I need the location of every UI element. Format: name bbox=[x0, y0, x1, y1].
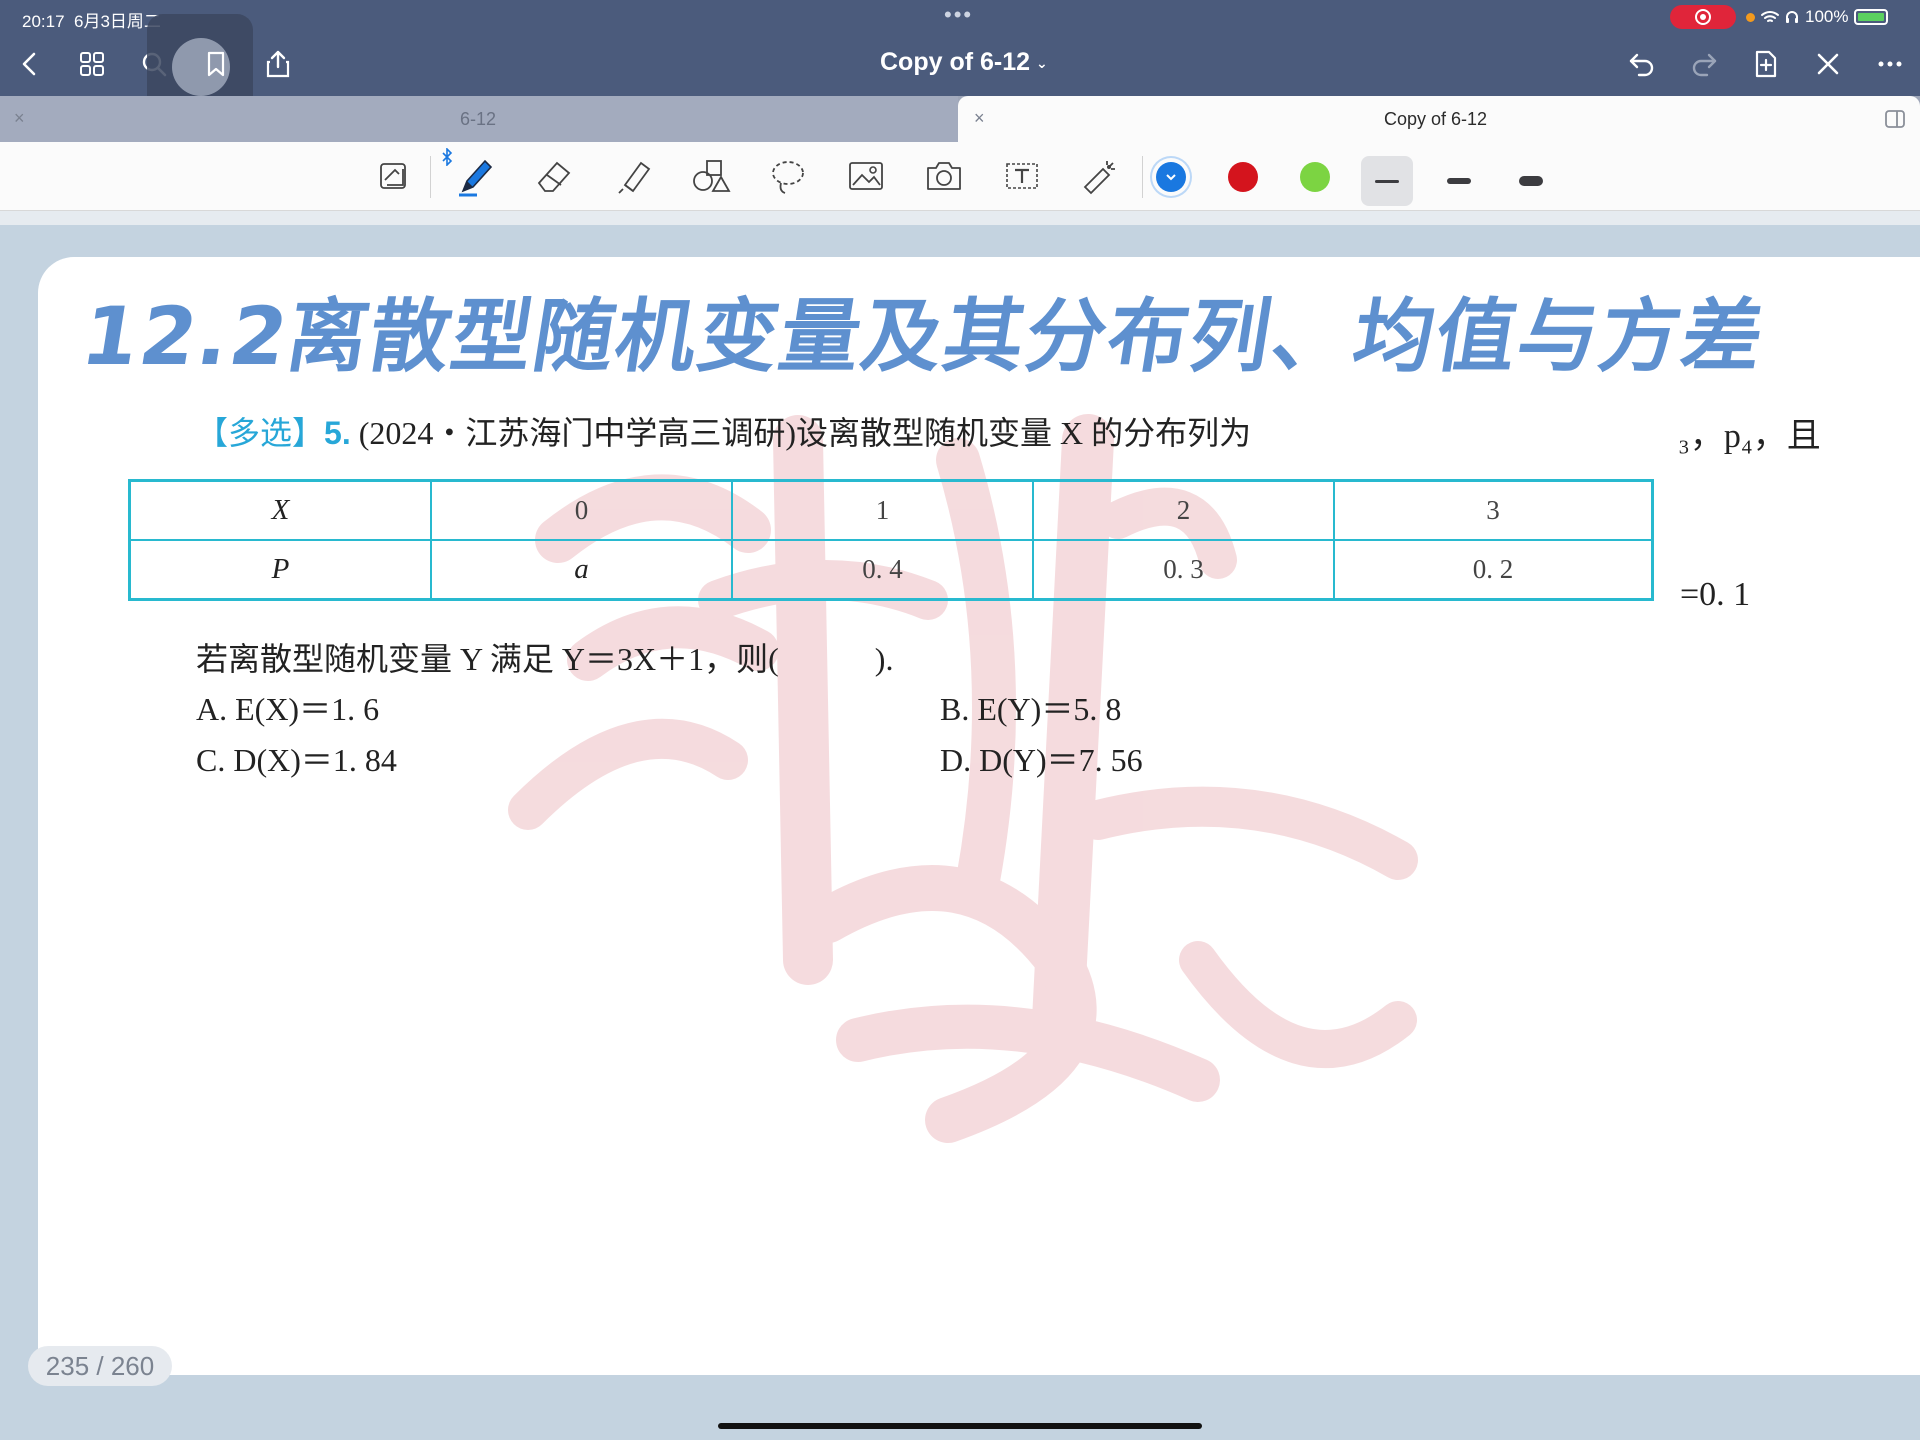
stroke-width-medium[interactable] bbox=[1433, 156, 1485, 206]
redo-icon[interactable] bbox=[1686, 46, 1722, 82]
screen-recording-indicator[interactable] bbox=[1670, 5, 1736, 29]
home-indicator[interactable] bbox=[718, 1423, 1202, 1429]
tab-label: 6-12 bbox=[460, 109, 497, 129]
close-icon[interactable] bbox=[1810, 46, 1846, 82]
table-cell: 0. 3 bbox=[1032, 539, 1335, 601]
table-cell: 0. 2 bbox=[1333, 539, 1654, 601]
tab-close-icon[interactable]: × bbox=[974, 108, 985, 129]
table-cell: a bbox=[430, 539, 733, 601]
option-d: D. D(Y)＝7. 56 bbox=[940, 742, 1143, 778]
table-cell: 0 bbox=[430, 479, 733, 541]
table-cell: X bbox=[128, 479, 432, 541]
multitask-dots[interactable]: ••• bbox=[944, 2, 973, 28]
question-number: 5. bbox=[324, 415, 351, 451]
option-a: A. E(X)＝1. 6 bbox=[196, 691, 380, 727]
page-heading: 12.2离散型随机变量及其分布列、均值与方差 bbox=[75, 290, 1772, 383]
stroke-width-thick[interactable] bbox=[1505, 156, 1557, 206]
option-b: B. E(Y)＝5. 8 bbox=[940, 691, 1122, 727]
option-c: C. D(X)＝1. 84 bbox=[196, 742, 397, 778]
clipped-text-right: ₃，p₄，且 bbox=[1678, 418, 1821, 455]
pen-icon[interactable] bbox=[452, 152, 500, 200]
table-cell: P bbox=[128, 539, 432, 601]
reading-mode-icon[interactable] bbox=[370, 152, 418, 200]
question-stem: 【多选】5. (2024・江苏海门中学高三调研)设离散型随机变量 X 的分布列为 bbox=[196, 408, 1251, 454]
page-indicator[interactable]: 235 / 260 bbox=[28, 1346, 172, 1386]
top-bar: 20:17 6月3日周二 ••• 100% Copy of 6-12 ⌄ bbox=[0, 0, 1920, 120]
back-icon[interactable] bbox=[12, 46, 48, 82]
eraser-icon[interactable] bbox=[530, 152, 578, 200]
tab-copy-of-6-12[interactable]: × Copy of 6-12 bbox=[958, 96, 1920, 142]
page-gap bbox=[0, 211, 1920, 225]
share-icon[interactable] bbox=[260, 46, 296, 82]
table-cell: 3 bbox=[1333, 479, 1654, 541]
title-dropdown-icon: ⌄ bbox=[1036, 54, 1048, 71]
lasso-icon[interactable] bbox=[764, 152, 812, 200]
tab-bar: × 6-12 × Copy of 6-12 bbox=[0, 96, 1920, 142]
color-swatch-green[interactable] bbox=[1300, 162, 1330, 192]
battery-icon bbox=[1854, 9, 1889, 25]
question-source: (2024・江苏海门中学高三调研)设离散型随机变量 X 的分布列为 bbox=[358, 415, 1252, 451]
document-title[interactable]: Copy of 6-12 ⌄ bbox=[880, 48, 1048, 77]
image-icon[interactable] bbox=[842, 152, 890, 200]
undo-icon[interactable] bbox=[1624, 46, 1660, 82]
annotation-toolbar bbox=[0, 142, 1920, 211]
grid-icon[interactable] bbox=[74, 46, 110, 82]
question-type-tag: 【多选】 bbox=[196, 415, 325, 451]
wifi-icon bbox=[1761, 11, 1779, 22]
table-row: P a 0. 4 0. 3 0. 2 bbox=[128, 539, 1654, 601]
toolbar-divider bbox=[1142, 156, 1143, 198]
more-icon[interactable] bbox=[1872, 46, 1908, 82]
color-swatch-blue[interactable] bbox=[1156, 162, 1186, 192]
camera-icon[interactable] bbox=[920, 152, 968, 200]
table-cell: 2 bbox=[1032, 479, 1335, 541]
status-time: 20:17 6月3日周二 bbox=[22, 12, 161, 31]
laser-pointer-icon[interactable] bbox=[1076, 152, 1124, 200]
tab-close-icon[interactable]: × bbox=[14, 108, 25, 129]
mic-in-use-dot bbox=[1746, 12, 1755, 22]
table-row: X 0 1 2 3 bbox=[128, 479, 1654, 541]
status-indicators: 100% bbox=[1746, 7, 1889, 27]
color-swatch-red[interactable] bbox=[1228, 162, 1258, 192]
bookmark-icon[interactable] bbox=[198, 46, 234, 82]
add-page-icon[interactable] bbox=[1748, 46, 1784, 82]
question-condition: 若离散型随机变量 Y 满足 Y＝3X＋1，则( ). bbox=[196, 641, 894, 677]
table-cell: 0. 4 bbox=[731, 539, 1034, 601]
record-icon bbox=[1695, 9, 1711, 25]
tab-label: Copy of 6-12 bbox=[1384, 109, 1488, 129]
selected-check-icon bbox=[1166, 174, 1176, 181]
headphones-icon bbox=[1786, 11, 1798, 23]
shapes-icon[interactable] bbox=[686, 152, 734, 200]
distribution-table: X 0 1 2 3 P a 0. 4 0. 3 0. 2 bbox=[128, 479, 1654, 601]
tab-6-12[interactable]: × 6-12 bbox=[0, 96, 958, 142]
clipped-text-right: =0. 1 bbox=[1680, 576, 1751, 613]
table-cell: 1 bbox=[731, 479, 1034, 541]
stroke-width-thin[interactable] bbox=[1361, 156, 1413, 206]
highlighter-icon[interactable] bbox=[608, 152, 656, 200]
toolbar-divider bbox=[430, 156, 431, 198]
battery-percent: 100% bbox=[1805, 7, 1849, 26]
split-view-icon[interactable] bbox=[1884, 108, 1906, 130]
text-box-icon[interactable] bbox=[998, 152, 1046, 200]
